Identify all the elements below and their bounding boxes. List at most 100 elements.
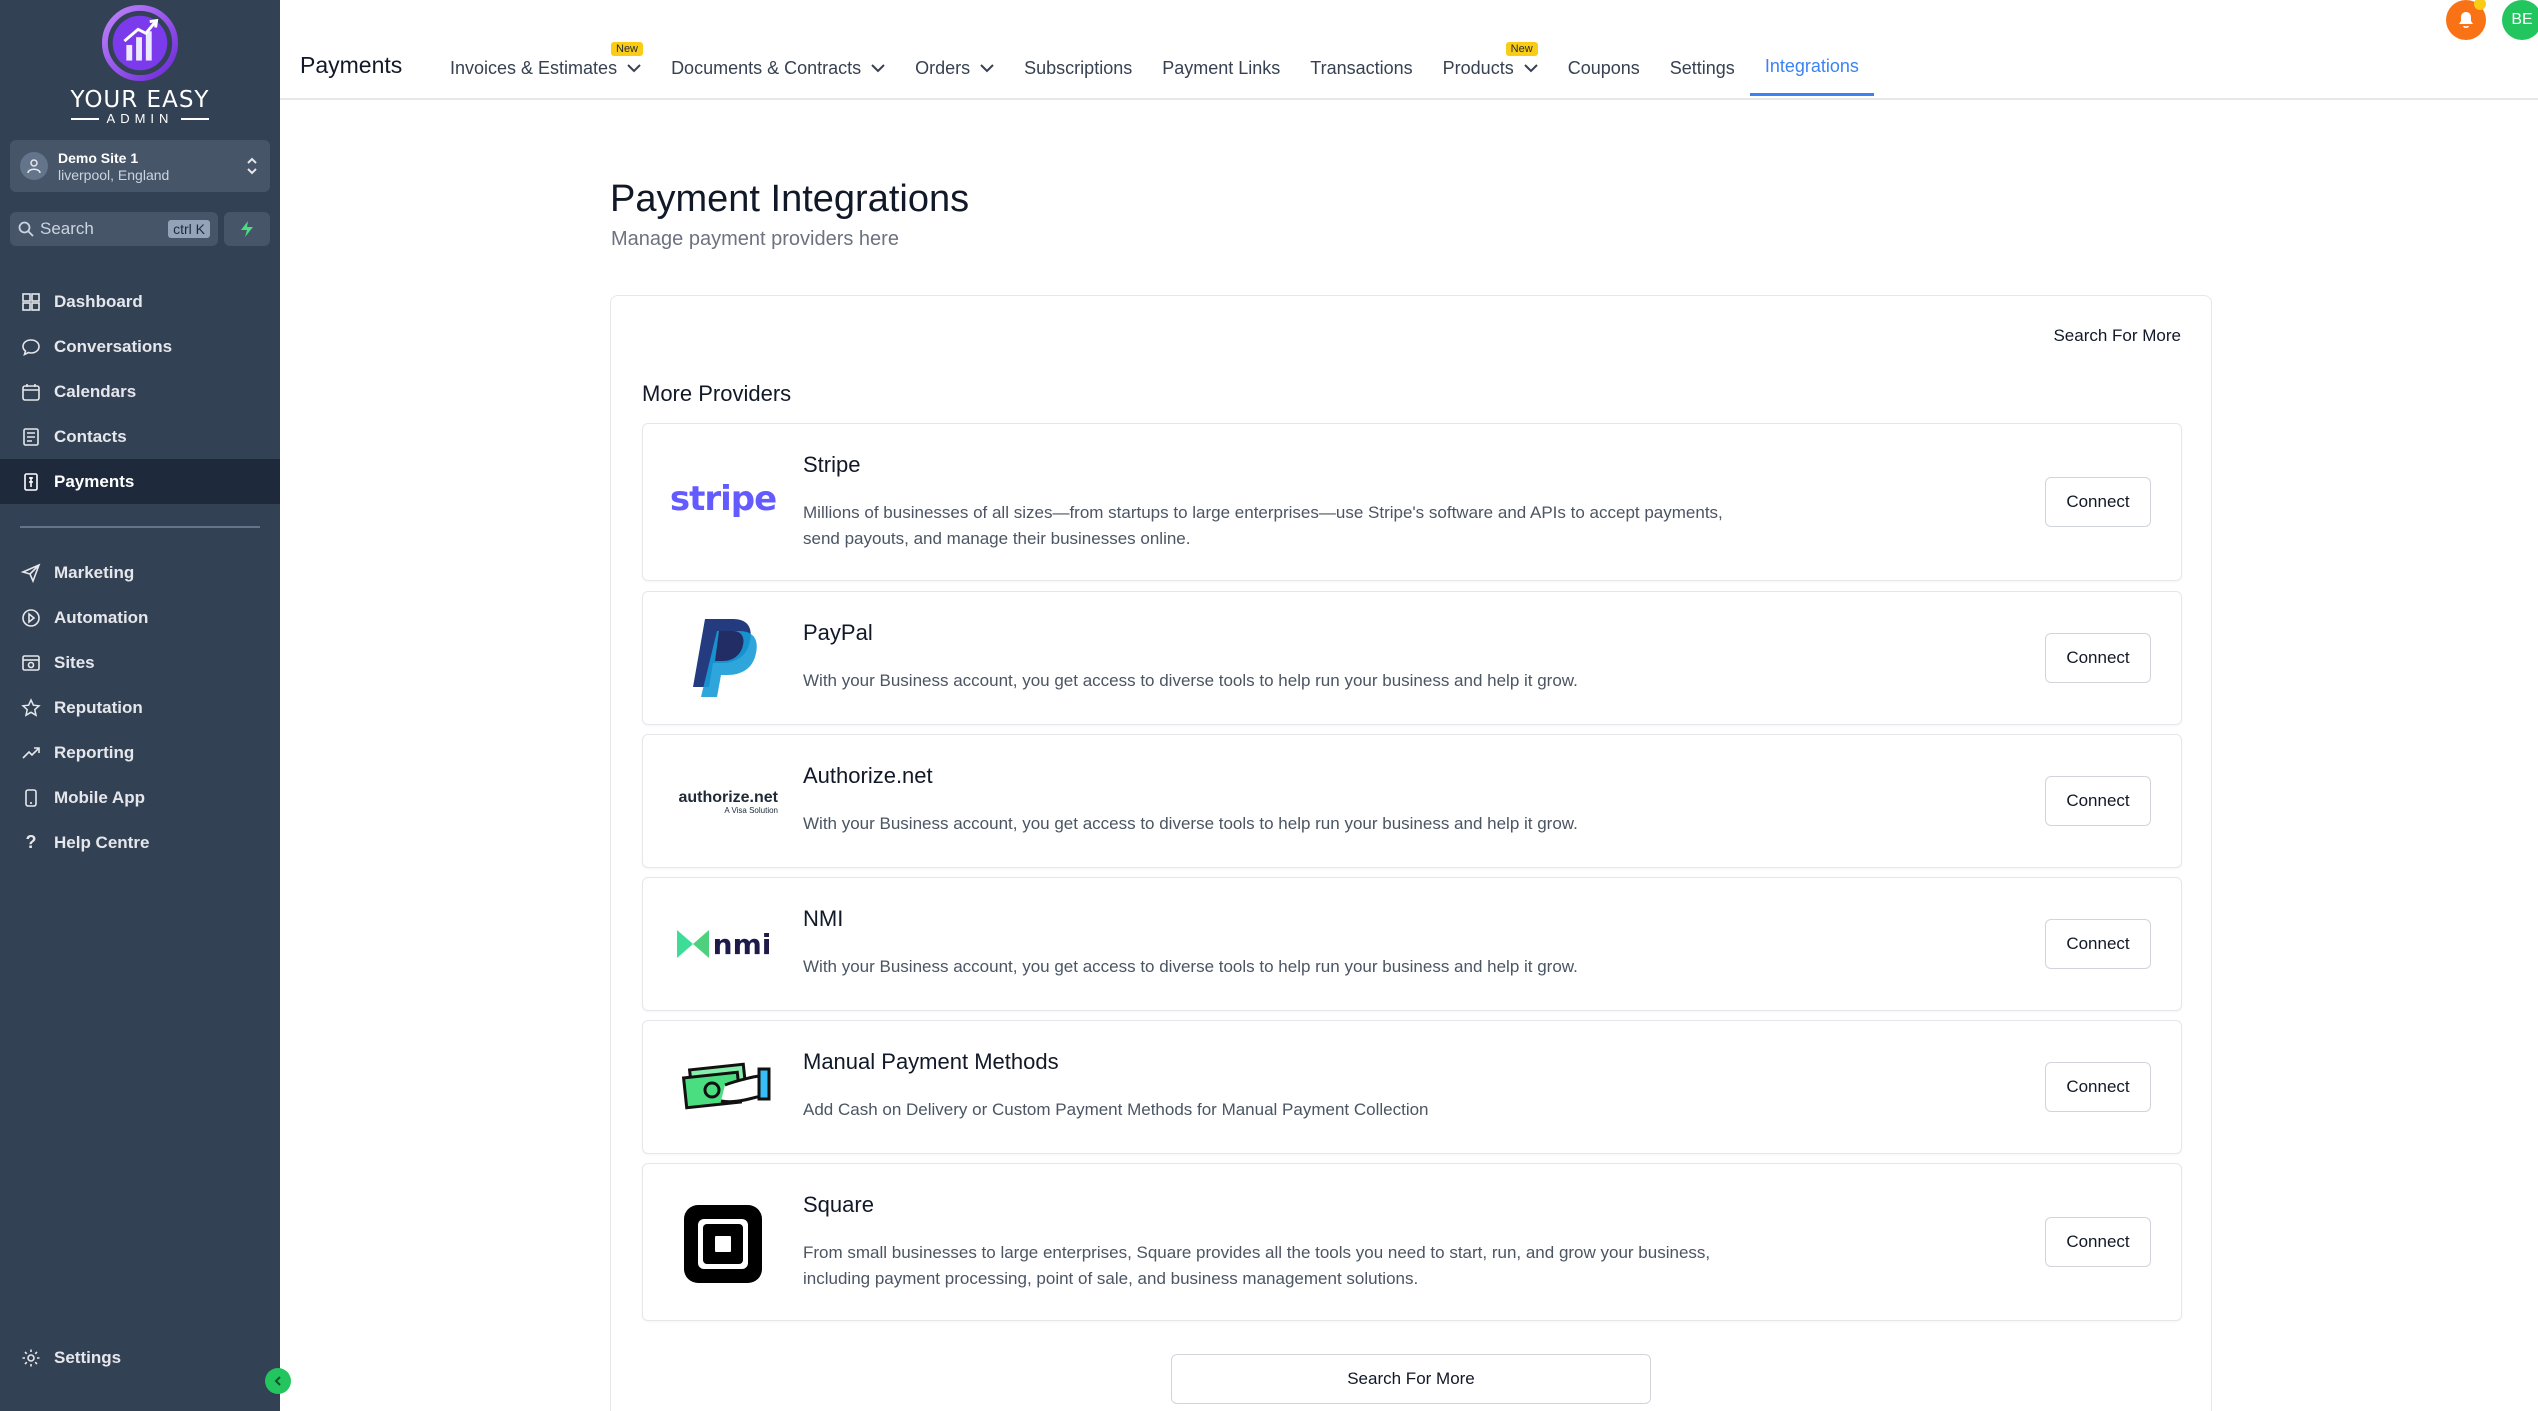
quick-action-button[interactable] bbox=[224, 212, 270, 246]
authorize-net-logo-text: authorize.net bbox=[678, 789, 778, 806]
connect-button[interactable]: Connect bbox=[2045, 477, 2151, 527]
sidebar-item-conversations[interactable]: Conversations bbox=[0, 324, 280, 369]
tab-integrations[interactable]: Integrations bbox=[1749, 40, 1874, 96]
notifications-button[interactable] bbox=[2446, 0, 2486, 40]
calendar-icon bbox=[20, 381, 42, 403]
tab-label: Products bbox=[1442, 57, 1514, 78]
tab-label: Orders bbox=[915, 57, 971, 78]
trend-icon bbox=[20, 742, 42, 764]
user-avatar[interactable]: BE bbox=[2502, 0, 2538, 40]
tab-label: Documents & Contracts bbox=[671, 57, 862, 78]
chevron-down-icon bbox=[627, 64, 641, 73]
sidebar-item-contacts[interactable]: Contacts bbox=[0, 414, 280, 459]
sidebar-item-label: Settings bbox=[54, 1347, 122, 1367]
connect-button[interactable]: Connect bbox=[2045, 1062, 2151, 1112]
tab-documents-contracts[interactable]: Documents & Contracts bbox=[656, 40, 900, 96]
new-badge: New bbox=[611, 42, 644, 56]
site-switcher[interactable]: Demo Site 1 liverpool, England bbox=[10, 140, 270, 192]
provider-description: With your Business account, you get acce… bbox=[803, 814, 1578, 833]
search-more-button[interactable]: Search For More bbox=[1171, 1354, 1651, 1404]
provider-name: NMI bbox=[803, 906, 844, 931]
sidebar-item-reputation[interactable]: Reputation bbox=[0, 685, 280, 730]
sidebar-nav: Dashboard Conversations Calendars Contac… bbox=[0, 279, 280, 865]
connect-button[interactable]: Connect bbox=[2045, 776, 2151, 826]
sidebar-item-label: Calendars bbox=[54, 381, 137, 401]
new-badge: New bbox=[1505, 42, 1538, 56]
page-subtitle: Manage payment providers here bbox=[611, 228, 899, 250]
search-shortcut: ctrl K bbox=[168, 220, 210, 238]
sidebar-search-input[interactable]: Search ctrl K bbox=[10, 212, 218, 246]
sidebar-divider bbox=[20, 526, 260, 528]
star-icon bbox=[20, 697, 42, 719]
sidebar-item-dashboard[interactable]: Dashboard bbox=[0, 279, 280, 324]
tab-subscriptions[interactable]: Subscriptions bbox=[1009, 40, 1147, 96]
sidebar-item-calendars[interactable]: Calendars bbox=[0, 369, 280, 414]
providers-panel: Search For More More Providers stripe St… bbox=[610, 295, 2212, 1411]
sidebar-item-label: Sites bbox=[54, 652, 95, 672]
sidebar-bottom: Settings bbox=[0, 1348, 280, 1380]
tab-label: Subscriptions bbox=[1024, 57, 1133, 78]
sidebar-item-help-centre[interactable]: ? Help Centre bbox=[0, 820, 280, 865]
tab-payment-links[interactable]: Payment Links bbox=[1147, 40, 1295, 96]
sidebar-item-label: Reporting bbox=[54, 742, 135, 762]
sidebar-item-label: Payments bbox=[54, 471, 135, 491]
sidebar-collapse-button[interactable] bbox=[265, 1368, 291, 1394]
tab-label: Coupons bbox=[1567, 57, 1640, 78]
cash-hand-logo bbox=[668, 1057, 778, 1117]
provider-card-nmi: nmi NMI With your Business account, you … bbox=[642, 877, 2182, 1011]
search-more-link[interactable]: Search For More bbox=[2053, 326, 2181, 346]
connect-button[interactable]: Connect bbox=[2045, 1217, 2151, 1267]
search-placeholder: Search bbox=[40, 219, 94, 238]
provider-card-authorize-net: authorize.net A Visa Solution Authorize.… bbox=[642, 734, 2182, 868]
sidebar-item-automation[interactable]: Automation bbox=[0, 595, 280, 640]
connect-button[interactable]: Connect bbox=[2045, 919, 2151, 969]
tab-coupons[interactable]: Coupons bbox=[1553, 40, 1655, 96]
square-icon bbox=[684, 1205, 762, 1283]
provider-description: With your Business account, you get acce… bbox=[803, 671, 1578, 690]
contacts-icon bbox=[20, 426, 42, 448]
provider-card-stripe: stripe Stripe Millions of businesses of … bbox=[642, 423, 2182, 581]
sidebar-item-sites[interactable]: Sites bbox=[0, 640, 280, 685]
tab-transactions[interactable]: Transactions bbox=[1295, 40, 1427, 96]
notification-dot bbox=[2474, 0, 2486, 10]
brand-logo[interactable]: YOUR EASY ADMIN bbox=[50, 4, 230, 126]
provider-name: Authorize.net bbox=[803, 763, 933, 788]
automation-icon bbox=[20, 607, 42, 629]
tab-invoices-estimates[interactable]: New Invoices & Estimates bbox=[435, 40, 656, 96]
tab-label: Payment Links bbox=[1162, 57, 1281, 78]
cash-hand-icon bbox=[681, 1062, 771, 1110]
sidebar-item-marketing[interactable]: Marketing bbox=[0, 550, 280, 595]
tab-label: Integrations bbox=[1764, 56, 1859, 76]
bell-icon bbox=[2459, 12, 2473, 28]
app-title: Payments bbox=[300, 52, 403, 78]
payments-icon bbox=[20, 471, 42, 493]
page-title: Payment Integrations bbox=[610, 178, 970, 220]
stripe-logo: stripe bbox=[668, 474, 778, 524]
bolt-icon bbox=[241, 221, 253, 237]
sidebar-item-payments[interactable]: Payments bbox=[0, 459, 280, 504]
paypal-icon bbox=[693, 619, 757, 697]
help-icon: ? bbox=[25, 832, 37, 852]
tab-settings[interactable]: Settings bbox=[1655, 40, 1750, 96]
sidebar-item-label: Reputation bbox=[54, 697, 143, 717]
connect-button[interactable]: Connect bbox=[2045, 633, 2151, 683]
nmi-logo-text: nmi bbox=[712, 927, 772, 961]
brand-divider bbox=[181, 117, 210, 120]
provider-name: Square bbox=[803, 1192, 874, 1217]
mobile-icon bbox=[20, 787, 42, 809]
sidebar-item-mobile-app[interactable]: Mobile App bbox=[0, 775, 280, 820]
provider-name: Stripe bbox=[803, 452, 861, 477]
chat-icon bbox=[20, 336, 42, 358]
chevron-left-icon bbox=[274, 1376, 281, 1386]
dashboard-icon bbox=[20, 291, 42, 313]
authorize-net-logo-sub: A Visa Solution bbox=[724, 806, 778, 815]
tab-bar: New Invoices & Estimates Documents & Con… bbox=[435, 40, 1874, 98]
tab-products[interactable]: New Products bbox=[1428, 40, 1553, 96]
sidebar-item-reporting[interactable]: Reporting bbox=[0, 730, 280, 775]
square-logo bbox=[668, 1202, 778, 1286]
brand-divider bbox=[70, 117, 99, 120]
tab-orders[interactable]: Orders bbox=[900, 40, 1009, 96]
sidebar-item-label: Help Centre bbox=[54, 832, 150, 852]
sidebar-item-label: Contacts bbox=[54, 426, 127, 446]
sidebar-item-settings[interactable]: Settings bbox=[0, 1335, 280, 1380]
